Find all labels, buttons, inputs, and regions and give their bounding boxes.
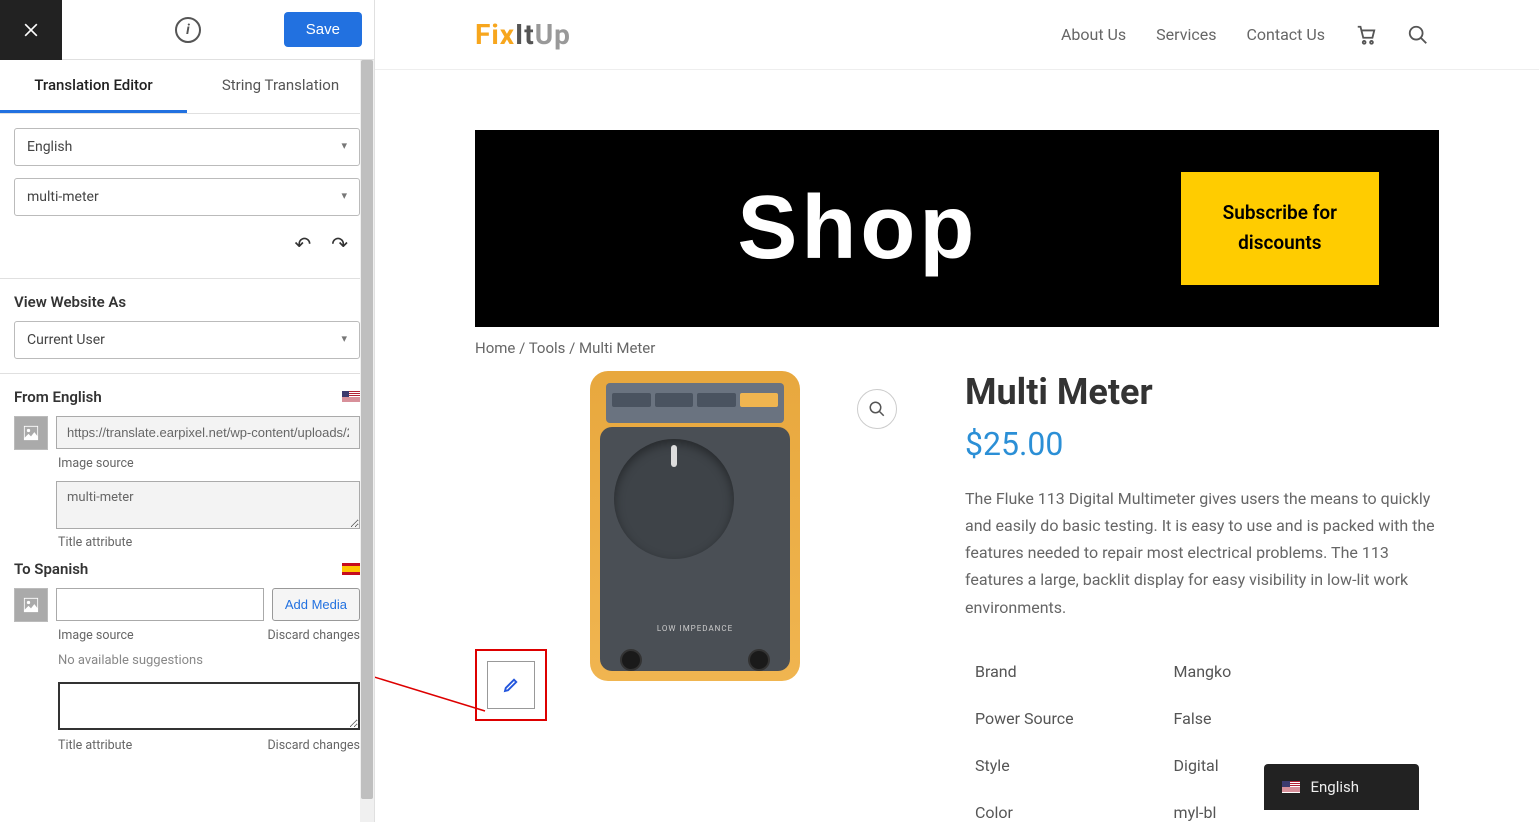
annotation-highlight bbox=[475, 649, 547, 721]
discard-image-link[interactable]: Discard changes bbox=[267, 628, 360, 643]
dest-title-attr-input[interactable] bbox=[58, 682, 360, 730]
close-button[interactable] bbox=[0, 0, 62, 60]
product-price: $25.00 bbox=[965, 425, 1439, 463]
site-logo[interactable]: FixItUp bbox=[475, 18, 571, 51]
to-language-label: To Spanish bbox=[14, 560, 88, 578]
sidebar-body: English multi-meter ↶ ↷ View Website As … bbox=[0, 114, 374, 822]
sidebar-header: i Save bbox=[0, 0, 374, 60]
source-image-thumb-icon bbox=[14, 416, 48, 450]
dest-image-thumb-icon bbox=[14, 588, 48, 622]
language-select[interactable]: English bbox=[14, 128, 360, 166]
table-row: BrandMangko bbox=[967, 649, 1437, 694]
title-attr-caption-src: Title attribute bbox=[58, 535, 360, 550]
product-image-area: LOW IMPEDANCE bbox=[475, 371, 915, 691]
flag-us-icon bbox=[1282, 781, 1300, 793]
view-website-as-label: View Website As bbox=[14, 293, 360, 311]
redo-arrow-icon[interactable]: ↷ bbox=[331, 232, 348, 256]
source-title-attr-input[interactable]: multi-meter bbox=[56, 481, 360, 529]
nav-contact[interactable]: Contact Us bbox=[1246, 25, 1325, 44]
view-as-select[interactable]: Current User bbox=[14, 321, 360, 359]
edit-translation-button[interactable] bbox=[487, 661, 535, 709]
breadcrumb[interactable]: Home / Tools / Multi Meter bbox=[475, 339, 1439, 357]
undo-arrow-icon[interactable]: ↶ bbox=[294, 232, 311, 256]
info-icon[interactable]: i bbox=[175, 17, 201, 43]
product-info: Multi Meter $25.00 The Fluke 113 Digital… bbox=[965, 371, 1439, 822]
translation-sidebar: i Save Translation Editor String Transla… bbox=[0, 0, 375, 822]
image-source-caption-dst: Image source bbox=[58, 628, 134, 643]
discard-title-link[interactable]: Discard changes bbox=[267, 738, 360, 753]
no-suggestions-text: No available suggestions bbox=[58, 653, 360, 668]
sidebar-scrollbar[interactable] bbox=[360, 60, 374, 822]
flag-us-icon bbox=[342, 391, 360, 403]
language-switcher[interactable]: English bbox=[1264, 764, 1419, 810]
sidebar-tabs: Translation Editor String Translation bbox=[0, 60, 374, 114]
item-select[interactable]: multi-meter bbox=[14, 178, 360, 216]
add-media-button[interactable]: Add Media bbox=[272, 588, 360, 621]
save-button[interactable]: Save bbox=[284, 12, 362, 47]
subscribe-button[interactable]: Subscribe for discounts bbox=[1181, 172, 1379, 285]
tab-translation-editor[interactable]: Translation Editor bbox=[0, 60, 187, 113]
hero-title: Shop bbox=[535, 177, 1181, 280]
title-attr-caption-dst: Title attribute bbox=[58, 738, 132, 753]
nav-services[interactable]: Services bbox=[1156, 25, 1216, 44]
flag-es-icon bbox=[342, 563, 360, 575]
zoom-icon[interactable] bbox=[857, 389, 897, 429]
product-image[interactable]: LOW IMPEDANCE bbox=[590, 371, 800, 681]
site-header: FixItUp About Us Services Contact Us bbox=[375, 0, 1539, 70]
product-description: The Fluke 113 Digital Multimeter gives u… bbox=[965, 485, 1439, 621]
dest-image-url-input[interactable] bbox=[56, 588, 264, 621]
table-row: Power SourceFalse bbox=[967, 696, 1437, 741]
product-section: LOW IMPEDANCE Multi Meter $25.00 The Flu… bbox=[475, 371, 1439, 822]
cart-icon[interactable] bbox=[1355, 24, 1377, 46]
search-icon[interactable] bbox=[1407, 24, 1429, 46]
hero-banner: Shop Subscribe for discounts bbox=[475, 130, 1439, 327]
nav-about[interactable]: About Us bbox=[1061, 25, 1126, 44]
image-source-caption: Image source bbox=[58, 456, 360, 471]
main-nav: About Us Services Contact Us bbox=[1061, 24, 1429, 46]
product-title: Multi Meter bbox=[965, 371, 1439, 413]
from-language-label: From English bbox=[14, 388, 102, 406]
source-image-url-input[interactable] bbox=[56, 416, 360, 449]
site-preview: FixItUp About Us Services Contact Us Sho… bbox=[375, 0, 1539, 822]
tab-string-translation[interactable]: String Translation bbox=[187, 60, 374, 113]
